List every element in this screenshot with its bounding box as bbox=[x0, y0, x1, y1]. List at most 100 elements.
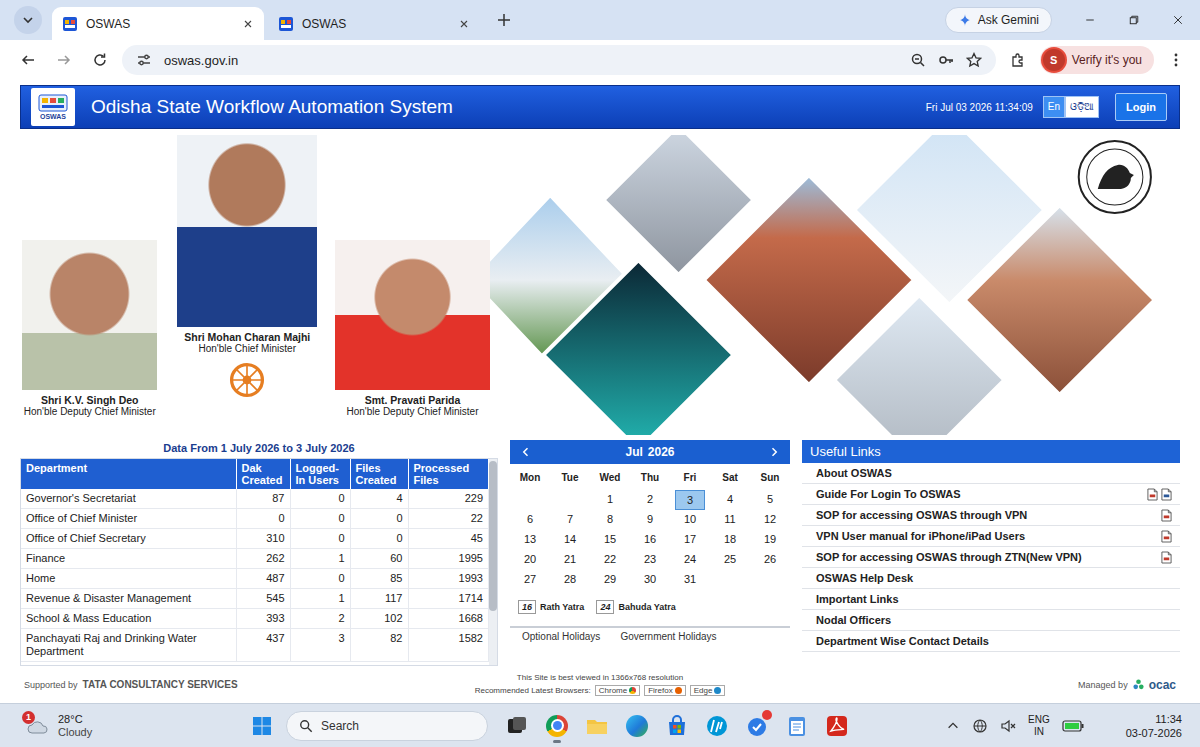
taskbar-app[interactable] bbox=[624, 708, 650, 744]
calendar-day[interactable]: 2 bbox=[635, 490, 665, 510]
calendar-day[interactable]: 17 bbox=[675, 530, 705, 550]
menu-button[interactable] bbox=[1162, 46, 1190, 74]
useful-link[interactable]: VPN User manual for iPhone/iPad Users bbox=[802, 526, 1180, 547]
useful-link[interactable]: Guide For Login To OSWAS bbox=[802, 484, 1180, 505]
login-button[interactable]: Login bbox=[1115, 93, 1167, 121]
table-row[interactable]: Panchayati Raj and Drinking Water Depart… bbox=[21, 629, 489, 662]
site-info-icon[interactable] bbox=[136, 52, 152, 68]
calendar-day[interactable]: 16 bbox=[635, 530, 665, 550]
calendar-day[interactable]: 31 bbox=[675, 570, 705, 590]
calendar-day[interactable]: 4 bbox=[715, 490, 745, 510]
taskbar-app[interactable] bbox=[544, 708, 570, 744]
calendar-day[interactable]: 14 bbox=[555, 530, 585, 550]
calendar-day[interactable]: 3 bbox=[675, 490, 705, 510]
calendar-day[interactable]: 30 bbox=[635, 570, 665, 590]
back-button[interactable] bbox=[14, 46, 42, 74]
taskbar-search[interactable]: Search bbox=[286, 711, 488, 741]
useful-link[interactable]: Nodal Officers bbox=[802, 610, 1180, 631]
tab-search-button[interactable] bbox=[14, 6, 42, 34]
profile-button[interactable]: SVerify it's you bbox=[1040, 46, 1154, 74]
pdf-document-icon[interactable] bbox=[1161, 530, 1172, 543]
table-row[interactable]: Home4870851993 bbox=[21, 569, 489, 589]
useful-link[interactable]: SOP for accessing OSWAS through VPN bbox=[802, 505, 1180, 526]
calendar-day[interactable]: 10 bbox=[675, 510, 705, 530]
table-row[interactable]: Governor's Secretariat8704229 bbox=[21, 489, 489, 509]
calendar-day[interactable]: 26 bbox=[755, 550, 785, 570]
forward-button[interactable] bbox=[50, 46, 78, 74]
close-icon[interactable] bbox=[242, 18, 254, 30]
table-row[interactable]: School & Mass Education39321021668 bbox=[21, 609, 489, 629]
pdf-document-icon[interactable] bbox=[1161, 509, 1172, 522]
browser-badge[interactable]: Chrome bbox=[595, 685, 640, 696]
speaker-muted-icon[interactable] bbox=[1000, 718, 1016, 734]
address-bar[interactable]: oswas.gov.in bbox=[122, 45, 996, 75]
calendar-day[interactable]: 6 bbox=[515, 510, 545, 530]
taskbar-app[interactable] bbox=[704, 708, 730, 744]
reload-button[interactable] bbox=[86, 46, 114, 74]
close-window-button[interactable] bbox=[1156, 0, 1200, 40]
taskbar-app[interactable] bbox=[824, 708, 850, 744]
bookmark-star-icon[interactable] bbox=[966, 52, 982, 68]
holiday-tab[interactable]: Optional Holidays bbox=[522, 631, 600, 642]
taskbar-app[interactable] bbox=[744, 708, 770, 744]
calendar-day[interactable]: 12 bbox=[755, 510, 785, 530]
holiday-event[interactable]: 16Rath Yatra bbox=[518, 600, 584, 614]
url-text[interactable]: oswas.gov.in bbox=[164, 53, 238, 68]
extensions-button[interactable] bbox=[1004, 46, 1032, 74]
taskbar-app[interactable] bbox=[584, 708, 610, 744]
calendar-day[interactable]: 18 bbox=[715, 530, 745, 550]
holiday-event[interactable]: 24Bahuda Yatra bbox=[596, 600, 675, 614]
browser-tab[interactable]: OSWAS bbox=[52, 7, 264, 40]
battery-charging-icon[interactable] bbox=[1062, 720, 1084, 732]
calendar-day[interactable]: 22 bbox=[595, 550, 625, 570]
useful-link[interactable]: Department Wise Contact Details bbox=[802, 631, 1180, 652]
calendar-day[interactable]: 28 bbox=[555, 570, 585, 590]
calendar-day[interactable]: 8 bbox=[595, 510, 625, 530]
calendar-day[interactable]: 23 bbox=[635, 550, 665, 570]
useful-link[interactable]: About OSWAS bbox=[802, 463, 1180, 484]
network-icon[interactable] bbox=[972, 718, 988, 734]
restore-button[interactable] bbox=[1112, 0, 1156, 40]
taskbar-app[interactable] bbox=[784, 708, 810, 744]
taskbar-app[interactable] bbox=[504, 708, 530, 744]
browser-badge[interactable]: Firefox bbox=[644, 685, 685, 696]
previous-month-icon[interactable] bbox=[520, 446, 532, 458]
taskbar-app[interactable] bbox=[664, 708, 690, 744]
next-month-icon[interactable] bbox=[768, 446, 780, 458]
calendar-day[interactable]: 13 bbox=[515, 530, 545, 550]
pdf-document-icon[interactable] bbox=[1147, 488, 1158, 501]
key-icon[interactable] bbox=[938, 52, 954, 68]
close-icon[interactable] bbox=[458, 18, 470, 30]
input-language[interactable]: ENGIN bbox=[1028, 714, 1050, 738]
weather-widget[interactable]: 128°CCloudy bbox=[0, 713, 250, 739]
table-row[interactable]: Office of Chief Secretary3100045 bbox=[21, 529, 489, 549]
useful-link[interactable]: OSWAS Help Desk bbox=[802, 568, 1180, 589]
minimize-button[interactable] bbox=[1068, 0, 1112, 40]
clock[interactable]: 11:3403-07-2026 bbox=[1126, 712, 1182, 740]
calendar-day[interactable]: 20 bbox=[515, 550, 545, 570]
calendar-day[interactable]: 9 bbox=[635, 510, 665, 530]
table-scrollbar[interactable] bbox=[489, 459, 497, 665]
useful-link[interactable]: SOP for accessing OSWAS through ZTN(New … bbox=[802, 547, 1180, 568]
calendar-day[interactable]: 27 bbox=[515, 570, 545, 590]
scrollbar-thumb[interactable] bbox=[489, 461, 497, 611]
calendar-day[interactable]: 11 bbox=[715, 510, 745, 530]
calendar-day[interactable]: 24 bbox=[675, 550, 705, 570]
new-tab-button[interactable] bbox=[490, 6, 518, 34]
calendar-day[interactable]: 7 bbox=[555, 510, 585, 530]
oswas-logo[interactable]: OSWAS bbox=[31, 88, 75, 126]
calendar-day[interactable]: 15 bbox=[595, 530, 625, 550]
zoom-icon[interactable] bbox=[910, 52, 926, 68]
holiday-tab[interactable]: Government Holidays bbox=[620, 631, 716, 642]
calendar-day[interactable]: 21 bbox=[555, 550, 585, 570]
table-row[interactable]: Revenue & Disaster Management54511171714 bbox=[21, 589, 489, 609]
show-hidden-icons-icon[interactable] bbox=[946, 719, 960, 733]
table-row[interactable]: Finance2621601995 bbox=[21, 549, 489, 569]
browser-badge[interactable]: Edge bbox=[690, 685, 726, 696]
calendar-day[interactable]: 25 bbox=[715, 550, 745, 570]
calendar-day[interactable]: 1 bbox=[595, 490, 625, 510]
calendar-day[interactable]: 19 bbox=[755, 530, 785, 550]
useful-link[interactable]: Important Links bbox=[802, 589, 1180, 610]
ask-gemini-button[interactable]: Ask Gemini bbox=[945, 7, 1052, 33]
calendar-day[interactable]: 5 bbox=[755, 490, 785, 510]
